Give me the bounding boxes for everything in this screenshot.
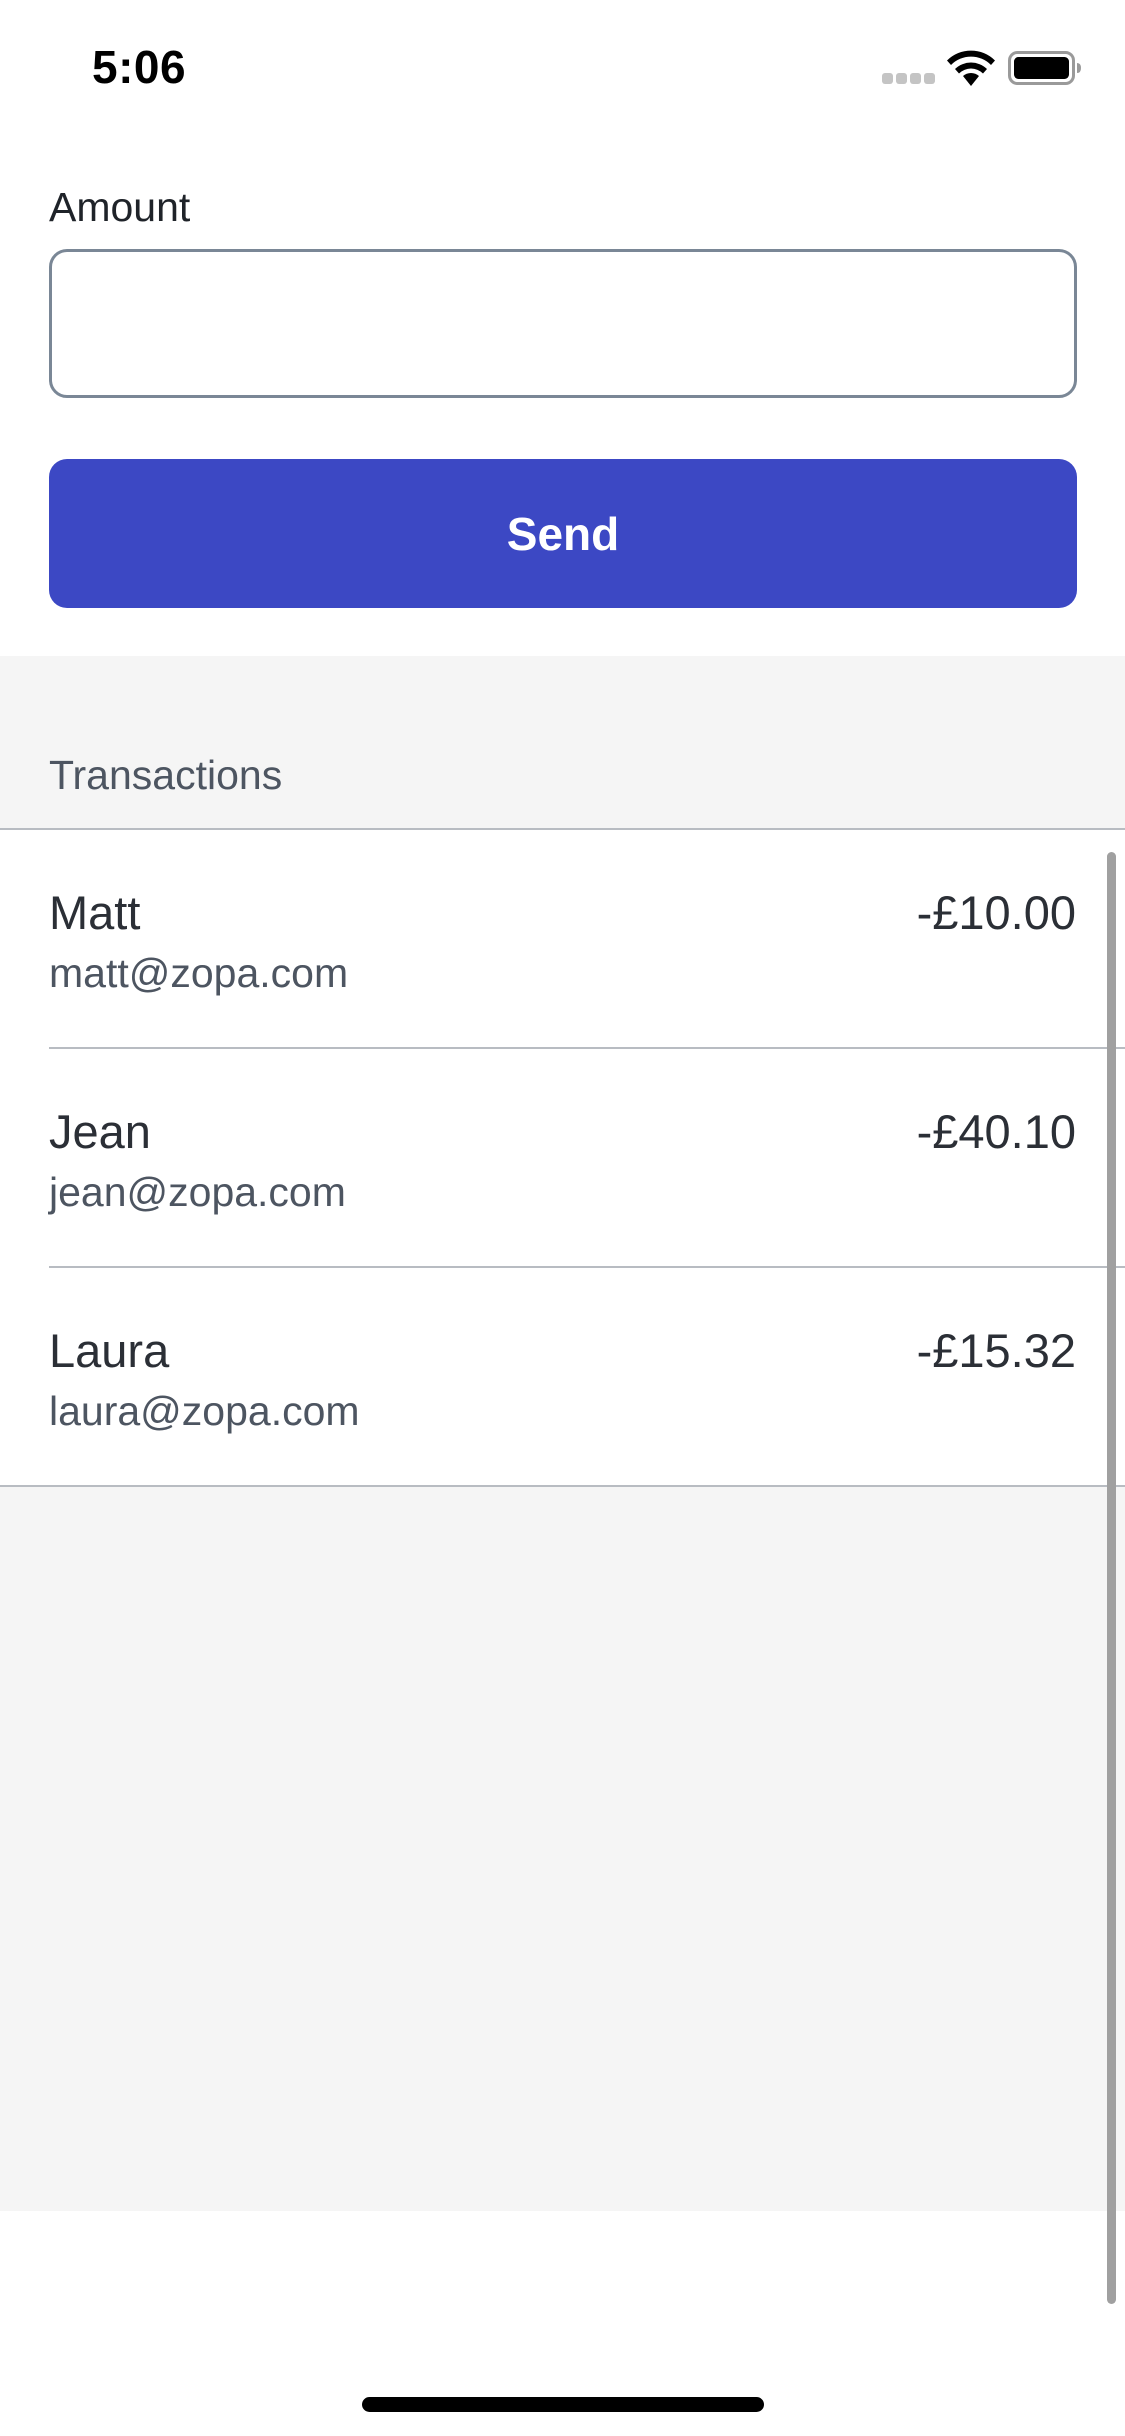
transaction-amount: -£40.10: [916, 1105, 1076, 1158]
battery-icon: [1008, 51, 1081, 85]
status-time: 5:06: [92, 41, 187, 93]
transaction-amount: -£10.00: [916, 886, 1076, 939]
transaction-email: laura@zopa.com: [49, 1388, 360, 1434]
transaction-email: jean@zopa.com: [49, 1169, 346, 1215]
app-screen: 5:06 Amount Send Transactions Matt matt@…: [0, 0, 1125, 2436]
wifi-icon: [947, 50, 995, 86]
send-button[interactable]: Send: [49, 459, 1077, 608]
transactions-list[interactable]: Matt matt@zopa.com -£10.00 Jean jean@zop…: [0, 830, 1125, 1487]
scroll-indicator[interactable]: [1107, 852, 1116, 2304]
amount-input[interactable]: [49, 249, 1077, 398]
transaction-name: Laura: [49, 1324, 170, 1377]
transaction-row[interactable]: Jean jean@zopa.com -£40.10: [0, 1049, 1125, 1268]
transaction-amount: -£15.32: [916, 1324, 1076, 1377]
transaction-name: Jean: [49, 1105, 151, 1158]
transaction-name: Matt: [49, 886, 141, 939]
transaction-row[interactable]: Laura laura@zopa.com -£15.32: [0, 1268, 1125, 1487]
transactions-header: Transactions: [49, 752, 283, 798]
transaction-email: matt@zopa.com: [49, 950, 349, 996]
signal-dots-icon: [882, 73, 936, 85]
home-indicator[interactable]: [362, 2397, 764, 2412]
transaction-row[interactable]: Matt matt@zopa.com -£10.00: [0, 830, 1125, 1049]
status-bar: 5:06: [0, 0, 1125, 132]
row-divider: [0, 1485, 1125, 1487]
amount-label: Amount: [49, 184, 191, 230]
